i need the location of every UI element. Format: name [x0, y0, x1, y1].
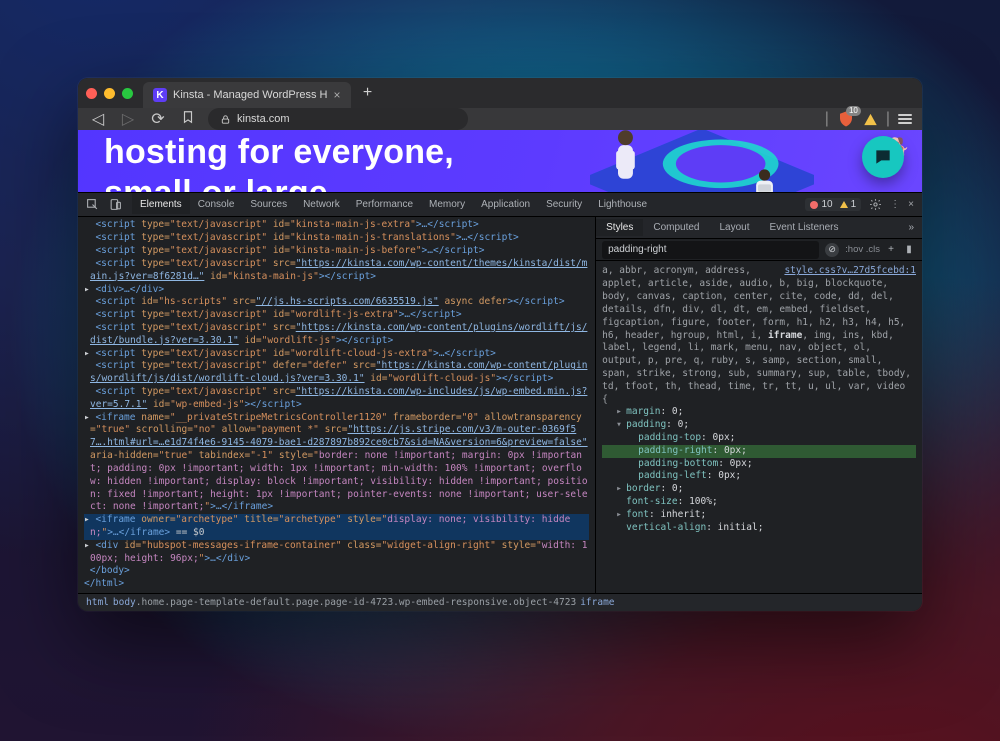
css-prop-padding-right[interactable]: padding-right: 0px; [602, 445, 916, 458]
styles-rules[interactable]: style.css?v…27d5fcebd:1 a, abbr, acronym… [596, 261, 922, 593]
stylesheet-link[interactable]: style.css?v…27d5fcebd:1 [784, 265, 916, 278]
styles-tab-styles[interactable]: Styles [596, 219, 643, 236]
browser-window: K Kinsta - Managed WordPress H × + ◁ ▷ ⟳… [78, 78, 922, 611]
toolbar-extensions: | 10 | [825, 110, 912, 128]
devtools-tab-elements[interactable]: Elements [132, 193, 190, 214]
elements-line[interactable]: ▸ <iframe name="__privateStripeMetricsCo… [84, 412, 589, 515]
breadcrumb-seg[interactable]: html [86, 597, 109, 608]
css-prop-padding[interactable]: ▾padding: 0; [602, 419, 916, 432]
devtools-close-icon[interactable]: × [908, 199, 914, 210]
page-viewport: hosting for everyone, small or large Kin… [78, 130, 922, 192]
error-count: 10 [821, 199, 832, 210]
elements-line[interactable]: <script type="text/javascript" id="kinst… [84, 245, 589, 258]
devtools-tabbar: ElementsConsoleSourcesNetworkPerformance… [78, 193, 922, 217]
tab-close-icon[interactable]: × [333, 88, 340, 102]
clear-filter-icon[interactable]: ⊘ [825, 243, 839, 257]
elements-line[interactable]: ▸ <script type="text/javascript" id="wor… [84, 348, 589, 361]
window-minimize-button[interactable] [104, 88, 115, 99]
forward-button[interactable]: ▷ [118, 109, 138, 129]
address-text: kinsta.com [237, 113, 290, 125]
tab-favicon: K [153, 88, 167, 102]
css-prop-border[interactable]: ▸border: 0; [602, 483, 916, 496]
inspect-icon[interactable] [86, 198, 99, 211]
elements-line[interactable]: ▸ <div id="hubspot-messages-iframe-conta… [84, 540, 589, 566]
window-controls [86, 88, 133, 99]
hov-cls-label[interactable]: :hov .cls [845, 244, 880, 255]
selectors-list: a, abbr, acronym, address, applet, artic… [602, 265, 911, 404]
devtools-tab-security[interactable]: Security [538, 195, 590, 214]
lock-icon [220, 114, 231, 125]
browser-tab[interactable]: K Kinsta - Managed WordPress H × [143, 82, 351, 108]
tab-title: Kinsta - Managed WordPress H [173, 89, 327, 101]
devtools-tab-application[interactable]: Application [473, 195, 538, 214]
device-toggle-icon[interactable] [109, 198, 122, 211]
toolbar: ◁ ▷ ⟳ kinsta.com | 10 | [78, 108, 922, 130]
error-count-pill[interactable]: 10 1 [805, 198, 861, 211]
devtools-tab-network[interactable]: Network [295, 195, 348, 214]
styles-panel: StylesComputedLayoutEvent Listeners » ⊘ :… [596, 217, 922, 593]
elements-line[interactable]: <script type="text/javascript" id="kinst… [84, 232, 589, 245]
pin-icon[interactable]: ▮ [902, 244, 916, 255]
css-prop-padding-left[interactable]: padding-left: 0px; [602, 470, 916, 483]
styles-tabs-overflow-icon[interactable]: » [900, 219, 922, 236]
breadcrumb-classes: .home.page-template-default.page.page-id… [136, 597, 576, 608]
hamburger-menu-icon[interactable] [898, 112, 912, 126]
devtools-tab-lighthouse[interactable]: Lighthouse [590, 195, 655, 214]
window-close-button[interactable] [86, 88, 97, 99]
css-prop-padding-top[interactable]: padding-top: 0px; [602, 432, 916, 445]
elements-breadcrumb[interactable]: html body.home.page-template-default.pag… [78, 593, 922, 611]
chat-icon [873, 147, 893, 167]
warning-triangle-icon[interactable] [863, 112, 878, 127]
css-prop-vertical-align[interactable]: vertical-align: initial; [602, 522, 916, 535]
devtools-tab-console[interactable]: Console [190, 195, 243, 214]
css-prop-font-size[interactable]: font-size: 100%; [602, 496, 916, 509]
styles-filter-row: ⊘ :hov .cls + ▮ [596, 239, 922, 261]
elements-line[interactable]: </html> [84, 578, 589, 591]
hero-illustration [562, 130, 842, 192]
elements-line[interactable]: ▸ <iframe owner="archetype" title="arche… [84, 514, 589, 540]
css-prop-font[interactable]: ▸font: inherit; [602, 509, 916, 522]
elements-line[interactable]: ▸ <div>…</div> [84, 284, 589, 297]
elements-tree[interactable]: <script type="text/javascript" id="kinst… [78, 217, 596, 593]
styles-filter-input[interactable] [602, 241, 819, 259]
devtools-body: <script type="text/javascript" id="kinst… [78, 217, 922, 593]
shield-count: 10 [846, 106, 861, 116]
css-prop-padding-bottom[interactable]: padding-bottom: 0px; [602, 458, 916, 471]
elements-line[interactable]: <script type="text/javascript" defer="de… [84, 360, 589, 386]
address-bar[interactable]: kinsta.com [208, 108, 468, 130]
chat-fab[interactable] [862, 136, 904, 178]
warning-count: 1 [851, 199, 857, 210]
shield-icon[interactable]: 10 [837, 110, 855, 128]
styles-tabbar: StylesComputedLayoutEvent Listeners » [596, 217, 922, 239]
styles-tab-layout[interactable]: Layout [710, 219, 760, 236]
elements-line[interactable]: <script id="hs-scripts" src="//js.hs-scr… [84, 296, 589, 309]
window-zoom-button[interactable] [122, 88, 133, 99]
devtools-tab-memory[interactable]: Memory [421, 195, 473, 214]
new-tab-button[interactable]: + [357, 82, 379, 104]
styles-tab-event-listeners[interactable]: Event Listeners [760, 219, 849, 236]
tab-strip: K Kinsta - Managed WordPress H × + [78, 78, 922, 108]
breadcrumb-seg[interactable]: iframe [580, 597, 614, 608]
new-style-rule-icon[interactable]: + [884, 244, 898, 255]
devtools-tab-sources[interactable]: Sources [242, 195, 295, 214]
elements-line[interactable]: </body> [84, 565, 589, 578]
devtools-settings-icon[interactable] [869, 198, 882, 211]
breadcrumb-seg[interactable]: body [113, 597, 136, 608]
elements-line[interactable]: <script type="text/javascript" id="wordl… [84, 309, 589, 322]
css-prop-margin[interactable]: ▸margin: 0; [602, 406, 916, 419]
back-button[interactable]: ◁ [88, 109, 108, 129]
reload-button[interactable]: ⟳ [148, 109, 168, 129]
devtools-tab-performance[interactable]: Performance [348, 195, 421, 214]
elements-line[interactable]: <script type="text/javascript" id="kinst… [84, 219, 589, 232]
elements-line[interactable]: <script type="text/javascript" src="http… [84, 386, 589, 412]
elements-line[interactable]: <script type="text/javascript" src="http… [84, 258, 589, 284]
devtools: ElementsConsoleSourcesNetworkPerformance… [78, 192, 922, 611]
elements-line[interactable]: <script type="text/javascript" src="http… [84, 322, 589, 348]
bookmark-icon[interactable] [178, 110, 198, 129]
styles-tab-computed[interactable]: Computed [643, 219, 709, 236]
